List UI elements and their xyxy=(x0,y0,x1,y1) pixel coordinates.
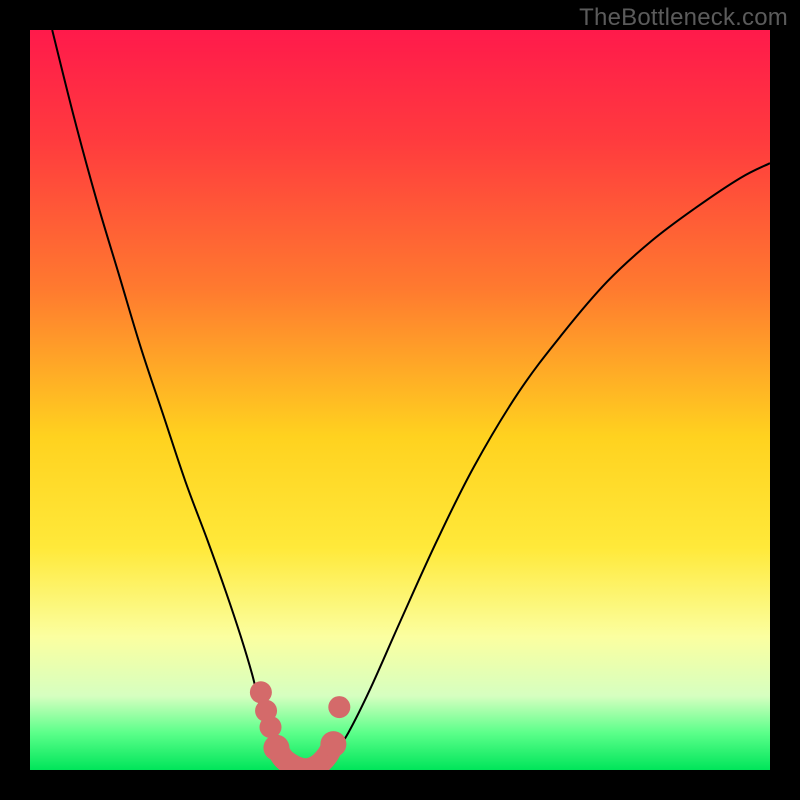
marker-right xyxy=(328,696,350,718)
chart-svg xyxy=(30,30,770,770)
gradient-background xyxy=(30,30,770,770)
watermark-text: TheBottleneck.com xyxy=(579,4,788,32)
plot-area xyxy=(30,30,770,770)
marker-left xyxy=(260,716,282,738)
chart-frame: TheBottleneck.com xyxy=(0,0,800,800)
valley-cap xyxy=(263,735,289,761)
valley-cap xyxy=(320,731,346,757)
marker-left xyxy=(250,681,272,703)
